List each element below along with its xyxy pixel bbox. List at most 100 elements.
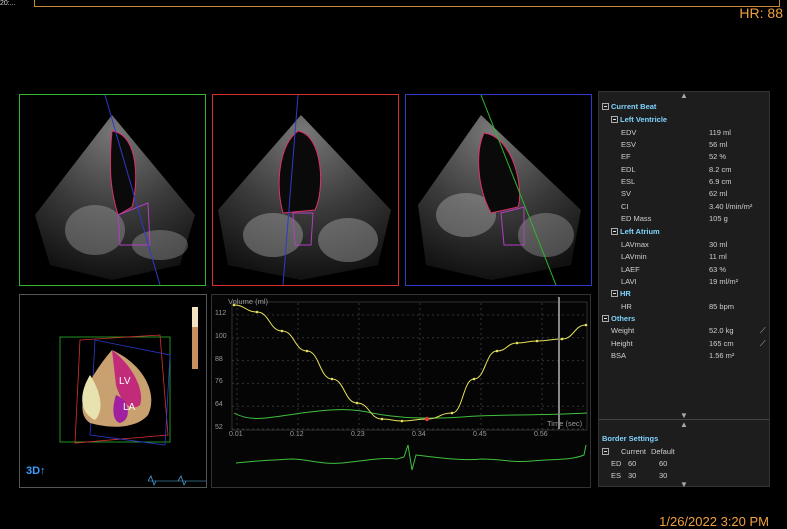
volume-point	[515, 341, 519, 345]
3d-heart-render	[59, 307, 206, 487]
border-ed-default: 60	[659, 459, 668, 468]
date-time-stamp: 1/26/2022 3:20 PM	[659, 514, 769, 529]
edv-label: EDV	[621, 128, 637, 137]
edv-value: 119 ml	[709, 128, 731, 137]
sv-label: SV	[621, 189, 632, 198]
esv-label: ESV	[621, 140, 637, 149]
esv-value: 56 ml	[709, 140, 728, 149]
scroll-up-arrow-icon[interactable]: ▲	[599, 91, 769, 100]
collapse-icon[interactable]	[611, 289, 618, 297]
sv-value: 62 ml	[709, 189, 728, 198]
y-tick-label: 88	[215, 355, 223, 363]
y-tick-label: 52	[215, 424, 223, 431]
bsa-value: 1.56 m²	[709, 351, 735, 360]
volume-point	[560, 337, 564, 341]
y-tick-label: 112	[215, 310, 227, 317]
ed-mass-label: ED Mass	[621, 214, 652, 223]
y-axis-label: Volume (ml)	[228, 297, 269, 306]
border-scroll-down-arrow-icon[interactable]: ▼	[599, 480, 769, 489]
collapse-icon[interactable]	[602, 447, 609, 455]
lavmax-value: 30 ml	[709, 240, 728, 249]
esl-value: 6.9 cm	[709, 177, 732, 186]
current-beat-header[interactable]: Current Beat	[611, 102, 656, 111]
ci-label: CI	[621, 202, 629, 211]
x-tick-label: 0.34	[412, 431, 426, 438]
x-tick-label: 0.23	[351, 431, 365, 438]
echo-view-apical-2ch[interactable]	[212, 94, 399, 286]
x-tick-label: 0.01	[229, 431, 243, 438]
edl-value: 8.2 cm	[709, 165, 732, 174]
laef-value: 63 %	[709, 265, 727, 274]
collapse-icon[interactable]	[611, 227, 618, 235]
volume-point	[380, 417, 384, 421]
lavi-value: 19 ml/m²	[709, 277, 739, 286]
height-value: 165 cm	[709, 339, 734, 348]
echo-view-apical-4ch[interactable]	[19, 94, 206, 286]
y-tick-label: 76	[215, 378, 223, 386]
height-label: Height	[611, 339, 633, 348]
hr-label: HR	[621, 302, 632, 311]
end-systole-marker	[424, 416, 430, 422]
y-tick-label: 100	[215, 332, 227, 340]
3d-heart-view[interactable]: LV LA 3D↑	[19, 294, 207, 488]
ecg-trace	[235, 444, 587, 471]
y-tick-label: 64	[215, 401, 223, 409]
lavi-label: LAVI	[621, 277, 637, 286]
ef-value: 52 %	[709, 152, 727, 161]
plot-frame	[231, 301, 588, 431]
3d-mode-button[interactable]: 3D↑	[26, 465, 46, 477]
weight-value: 52.0 kg	[709, 326, 734, 335]
border-current-col: Current	[621, 447, 647, 456]
volume-point	[584, 323, 588, 327]
edit-weight-pencil-icon[interactable]: ⟋	[760, 325, 766, 337]
weight-label: Weight	[611, 326, 635, 335]
hr-header[interactable]: HR	[620, 289, 631, 298]
esl-label: ESL	[621, 177, 636, 186]
collapse-icon[interactable]	[611, 115, 618, 123]
edit-height-pencil-icon[interactable]: ⟋	[760, 338, 766, 350]
volume-point	[330, 377, 334, 381]
volume-point	[280, 329, 284, 333]
edl-label: EDL	[621, 165, 636, 174]
volume-point	[535, 339, 539, 343]
top-frame	[34, 0, 780, 7]
volume-point	[255, 310, 259, 314]
ci-value: 3.40 l/min/m²	[709, 202, 753, 211]
ef-label: EF	[621, 152, 631, 161]
border-default-col: Default	[651, 447, 675, 456]
border-ed-current[interactable]: 60	[628, 458, 636, 470]
collapse-icon[interactable]	[602, 102, 609, 110]
left-ventricle-header[interactable]: Left Ventricle	[620, 115, 667, 124]
lavmin-label: LAVmin	[621, 252, 647, 261]
la-label: LA	[123, 402, 136, 413]
hr-value: 85 bpm	[709, 302, 735, 311]
bsa-label: BSA	[611, 351, 627, 360]
graph-canvas	[231, 297, 588, 471]
border-scroll-up-arrow-icon[interactable]: ▲	[599, 420, 769, 429]
echo-view-apical-3ch[interactable]	[405, 94, 592, 286]
volume-point	[472, 377, 476, 381]
echo-image	[35, 95, 195, 285]
volume-point	[450, 411, 454, 415]
border-settings-header: Border Settings	[602, 434, 659, 443]
volume-point	[305, 349, 309, 353]
lavmax-label: LAVmax	[621, 240, 649, 249]
top-tab[interactable]: 20:...	[0, 0, 32, 7]
measurement-panel: ▲ Current Beat Left Ventricle EDV 119 ml…	[598, 91, 770, 489]
heart-rate-readout: HR: 88	[739, 5, 783, 21]
border-ed-label: ED	[611, 459, 622, 468]
la-volume-curve	[233, 409, 588, 419]
collapse-icon[interactable]	[602, 314, 609, 322]
x-tick-label: 0.45	[473, 431, 487, 438]
laef-label: LAEF	[621, 265, 640, 274]
lv-volume-curve	[233, 304, 587, 422]
left-atrium-header[interactable]: Left Atrium	[620, 227, 660, 236]
echo-image	[418, 95, 581, 285]
lv-label: LV	[119, 376, 131, 387]
volume-point	[495, 349, 499, 353]
x-axis-label: Time (sec)	[547, 419, 583, 428]
lavmin-value: 11 ml	[709, 252, 727, 261]
others-header[interactable]: Others	[611, 314, 635, 323]
volume-time-graph[interactable]: Volume (ml) Time (sec) 112 100 88 76 64 52 0.…	[211, 294, 591, 488]
volume-point	[355, 401, 359, 405]
